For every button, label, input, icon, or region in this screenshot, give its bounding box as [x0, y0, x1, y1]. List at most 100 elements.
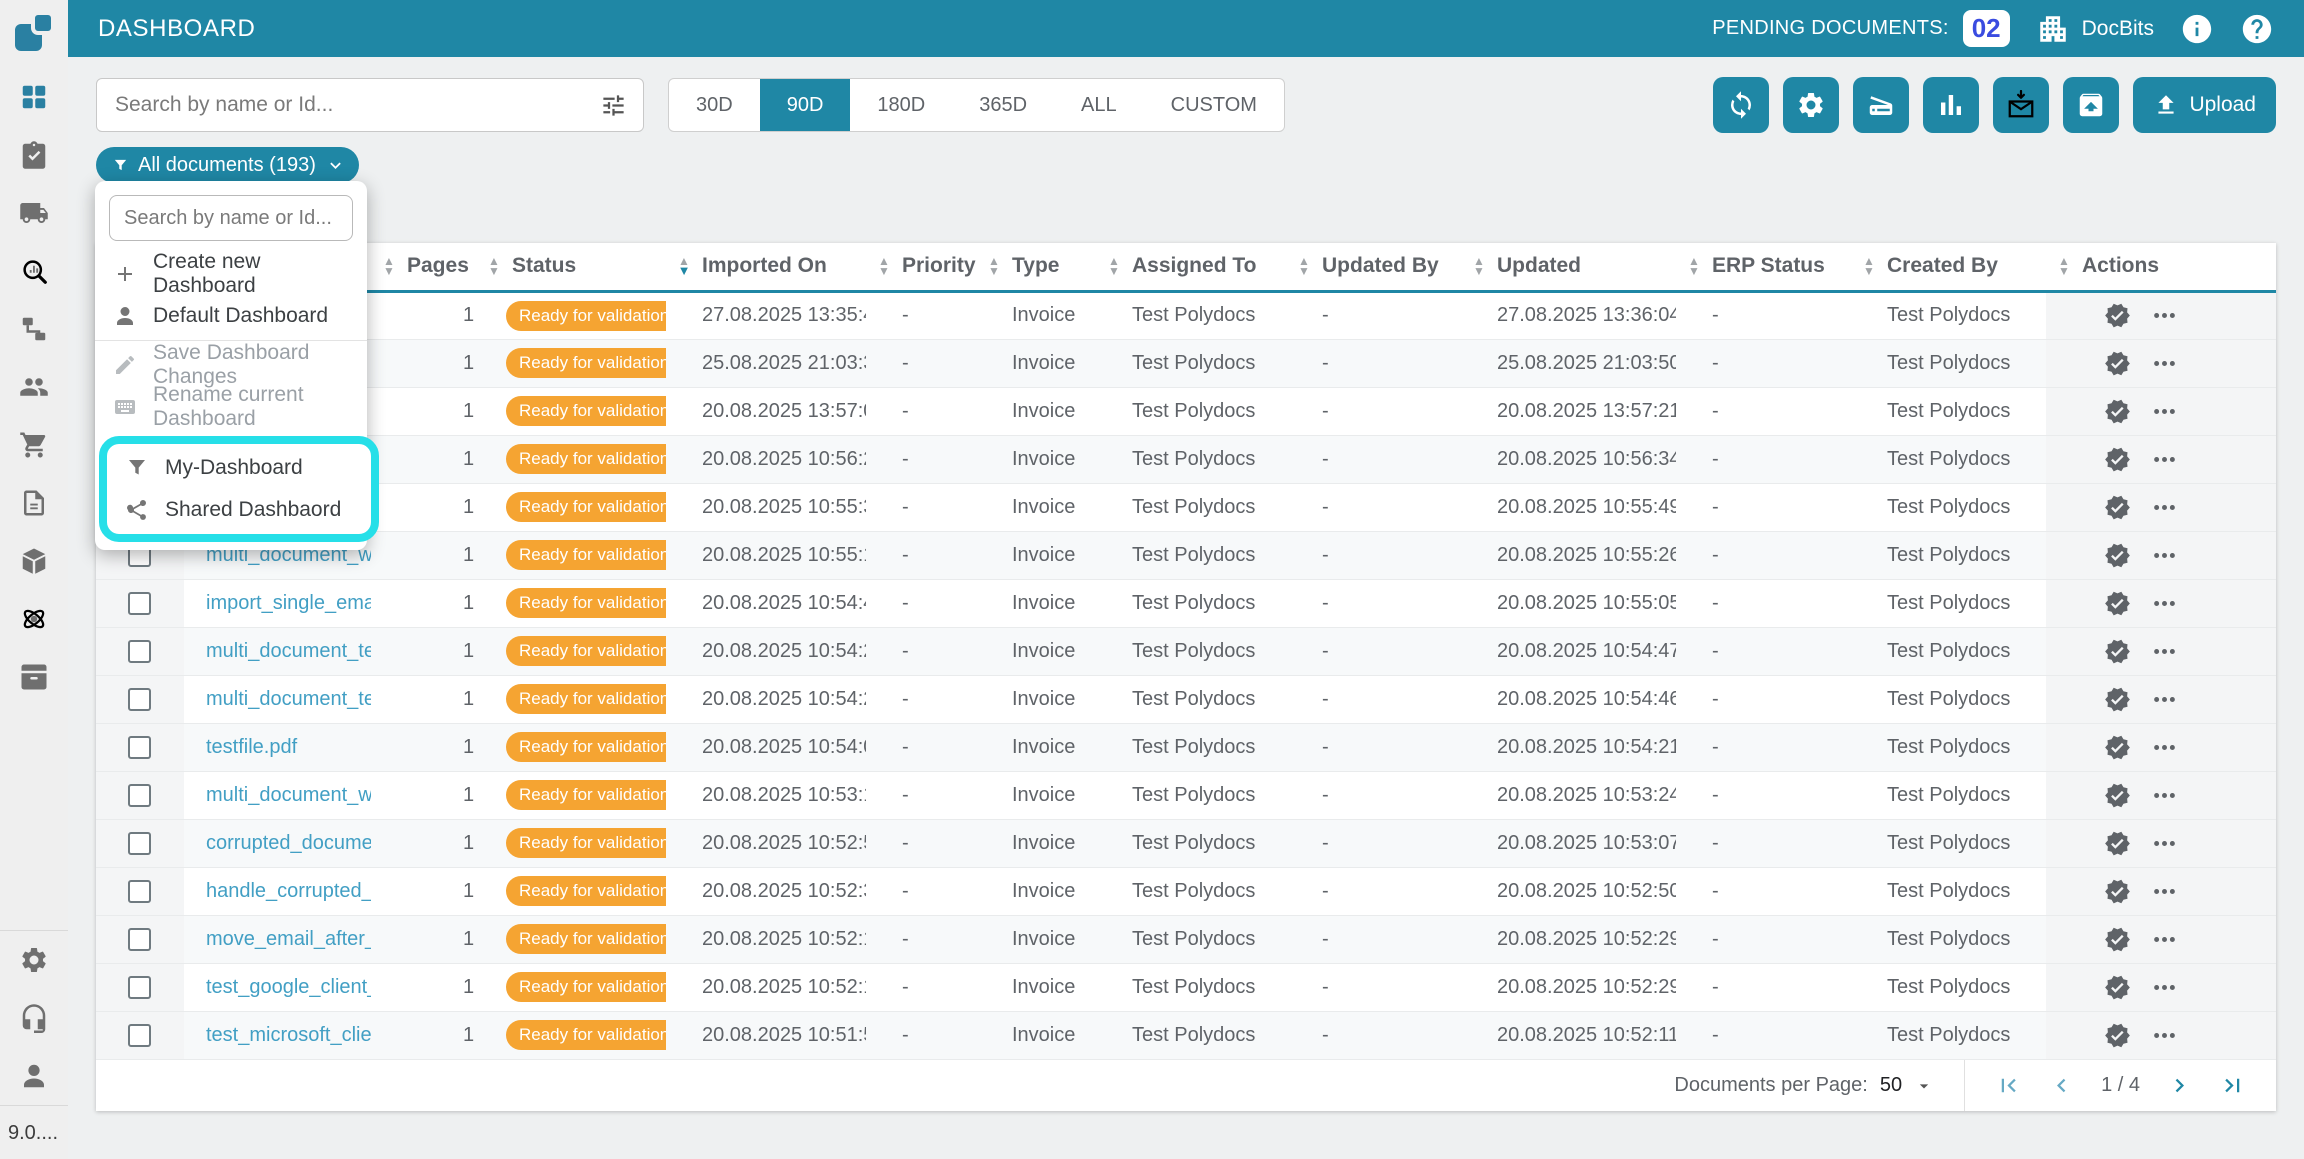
- sidebar-item-package[interactable]: [0, 648, 68, 706]
- bar-chart-button[interactable]: [1923, 77, 1979, 133]
- sort-arrows-icon[interactable]: ▲▼: [379, 256, 399, 276]
- sidebar-item-headset[interactable]: [0, 989, 68, 1047]
- verified-icon[interactable]: [2104, 830, 2131, 857]
- dropdown-item-my-dashboard[interactable]: My-Dashboard: [107, 447, 371, 489]
- sort-arrows-icon[interactable]: ▲▼: [674, 256, 694, 276]
- upload-button[interactable]: Upload: [2133, 77, 2276, 133]
- dots-horizontal-icon[interactable]: [2151, 830, 2178, 857]
- documents-per-page-select[interactable]: Documents per Page: 50: [1674, 1074, 1964, 1097]
- docbits-logo-icon[interactable]: [10, 8, 58, 56]
- scanner-button[interactable]: [1853, 77, 1909, 133]
- sidebar-item-dashboard[interactable]: [0, 68, 68, 126]
- document-name-link[interactable]: test_microsoft_client...: [206, 1024, 371, 1046]
- dropdown-item-save-dashboard-changes[interactable]: Save Dashboard Changes: [95, 344, 367, 386]
- verified-icon[interactable]: [2104, 686, 2131, 713]
- verified-icon[interactable]: [2104, 1022, 2131, 1049]
- last-page-button[interactable]: [2219, 1072, 2246, 1099]
- column-header-inner[interactable]: ▲▼Pages: [371, 254, 476, 278]
- range-button-90d[interactable]: 90D: [760, 79, 851, 131]
- column-header-inner[interactable]: ▲▼Imported On: [666, 254, 866, 278]
- column-header-inner[interactable]: ▲▼Priority: [866, 254, 976, 278]
- column-header-inner[interactable]: ▲▼ERP Status: [1676, 254, 1851, 278]
- sidebar-item-invoice[interactable]: [0, 474, 68, 532]
- all-documents-filter-pill[interactable]: All documents (193): [96, 147, 359, 183]
- sort-arrows-icon[interactable]: ▲▼: [1469, 256, 1489, 276]
- document-name-link[interactable]: handle_corrupted_file...: [206, 880, 371, 902]
- dots-horizontal-icon[interactable]: [2151, 926, 2178, 953]
- column-header-inner[interactable]: ▲▼Updated: [1461, 254, 1676, 278]
- info-icon[interactable]: [2180, 12, 2214, 46]
- document-name-link[interactable]: corrupted_document...: [206, 832, 371, 854]
- sidebar-item-truck[interactable]: [0, 184, 68, 242]
- settings-button[interactable]: [1783, 77, 1839, 133]
- verified-icon[interactable]: [2104, 878, 2131, 905]
- dots-horizontal-icon[interactable]: [2151, 974, 2178, 1001]
- sidebar-item-search-stats[interactable]: [0, 242, 68, 300]
- sidebar-item-person[interactable]: [0, 1047, 68, 1105]
- sort-arrows-icon[interactable]: ▲▼: [2054, 256, 2074, 276]
- column-header-inner[interactable]: ▲▼Actions: [2046, 254, 2276, 278]
- sidebar-item-schema[interactable]: [0, 300, 68, 358]
- dots-horizontal-icon[interactable]: [2151, 446, 2178, 473]
- dots-horizontal-icon[interactable]: [2151, 350, 2178, 377]
- column-header-inner[interactable]: ▲▼Assigned To: [1096, 254, 1286, 278]
- column-header-inner[interactable]: ▲▼Status: [476, 254, 666, 278]
- row-checkbox[interactable]: [128, 688, 151, 711]
- verified-icon[interactable]: [2104, 590, 2131, 617]
- sidebar-item-cart[interactable]: [0, 416, 68, 474]
- document-name-link[interactable]: multi_document_with...: [206, 784, 371, 806]
- sort-arrows-icon[interactable]: ▲▼: [1294, 256, 1314, 276]
- document-name-link[interactable]: multi_document_test...: [206, 640, 371, 662]
- row-checkbox[interactable]: [128, 880, 151, 903]
- sidebar-item-clipboard-check[interactable]: [0, 126, 68, 184]
- document-name-link[interactable]: move_email_after_im...: [206, 928, 371, 950]
- sort-arrows-icon[interactable]: ▲▼: [484, 256, 504, 276]
- dropdown-item-default-dashboard[interactable]: Default Dashboard: [95, 295, 367, 337]
- row-checkbox[interactable]: [128, 640, 151, 663]
- next-page-button[interactable]: [2166, 1072, 2193, 1099]
- verified-icon[interactable]: [2104, 494, 2131, 521]
- range-button-all[interactable]: ALL: [1054, 79, 1144, 131]
- dots-horizontal-icon[interactable]: [2151, 590, 2178, 617]
- sort-arrows-icon[interactable]: ▲▼: [1104, 256, 1124, 276]
- tune-icon[interactable]: [600, 92, 627, 119]
- verified-icon[interactable]: [2104, 302, 2131, 329]
- row-checkbox[interactable]: [128, 928, 151, 951]
- dropdown-item-create-new-dashboard[interactable]: Create new Dashboard: [95, 253, 367, 295]
- unarchive-button[interactable]: [2063, 77, 2119, 133]
- dots-horizontal-icon[interactable]: [2151, 782, 2178, 809]
- document-name-link[interactable]: multi_document_test...: [206, 688, 371, 710]
- mail-download-button[interactable]: [1993, 77, 2049, 133]
- verified-icon[interactable]: [2104, 542, 2131, 569]
- dots-horizontal-icon[interactable]: [2151, 302, 2178, 329]
- verified-icon[interactable]: [2104, 782, 2131, 809]
- column-header-inner[interactable]: ▲▼Created By: [1851, 254, 2046, 278]
- dropdown-search-input[interactable]: [109, 195, 353, 241]
- dropdown-item-shared-dashbaord[interactable]: Shared Dashbaord: [107, 489, 371, 531]
- verified-icon[interactable]: [2104, 974, 2131, 1001]
- dots-horizontal-icon[interactable]: [2151, 878, 2178, 905]
- sidebar-item-orbit[interactable]: [0, 590, 68, 648]
- verified-icon[interactable]: [2104, 926, 2131, 953]
- row-checkbox[interactable]: [128, 784, 151, 807]
- range-button-180d[interactable]: 180D: [850, 79, 952, 131]
- dropdown-item-rename-current-dashboard[interactable]: Rename current Dashboard: [95, 386, 367, 428]
- range-button-30d[interactable]: 30D: [669, 79, 760, 131]
- sync-button[interactable]: [1713, 77, 1769, 133]
- dots-horizontal-icon[interactable]: [2151, 734, 2178, 761]
- document-name-link[interactable]: test_google_client_20...: [206, 976, 371, 998]
- verified-icon[interactable]: [2104, 638, 2131, 665]
- dots-horizontal-icon[interactable]: [2151, 1022, 2178, 1049]
- row-checkbox[interactable]: [128, 832, 151, 855]
- column-header-inner[interactable]: ▲▼Type: [976, 254, 1096, 278]
- row-checkbox[interactable]: [128, 1024, 151, 1047]
- range-button-365d[interactable]: 365D: [952, 79, 1054, 131]
- organization-switcher[interactable]: DocBits: [2036, 12, 2154, 46]
- row-checkbox[interactable]: [128, 976, 151, 999]
- row-checkbox[interactable]: [128, 592, 151, 615]
- dots-horizontal-icon[interactable]: [2151, 398, 2178, 425]
- dots-horizontal-icon[interactable]: [2151, 686, 2178, 713]
- row-checkbox[interactable]: [128, 736, 151, 759]
- sidebar-item-package-open[interactable]: [0, 532, 68, 590]
- sort-arrows-icon[interactable]: ▲▼: [1684, 256, 1704, 276]
